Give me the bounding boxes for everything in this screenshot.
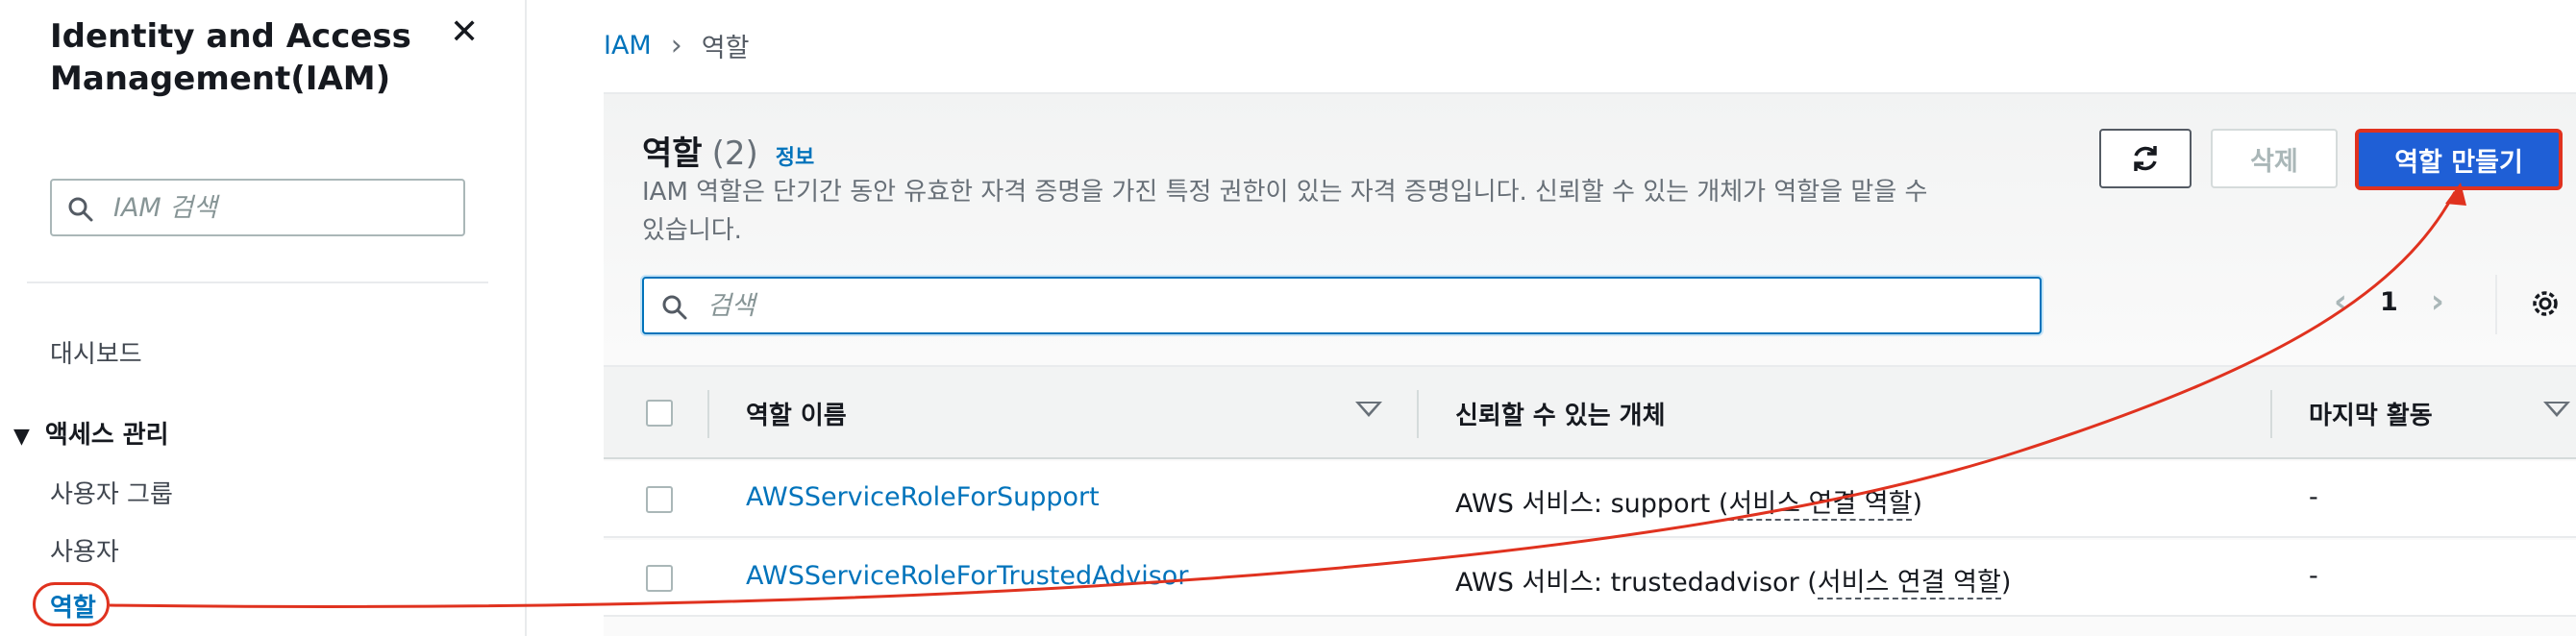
sidebar-title: Identity and Access Management(IAM) xyxy=(50,17,411,98)
column-divider xyxy=(1417,390,1419,438)
last-activity: - xyxy=(2309,482,2318,512)
sidebar: Identity and Access Management(IAM) ✕ 대시… xyxy=(0,0,527,636)
roles-search xyxy=(642,277,2042,334)
service-linked-role-tooltip[interactable]: 서비스 연결 역할 xyxy=(1817,568,2001,599)
refresh-button[interactable] xyxy=(2099,129,2192,188)
sidebar-section-access-management[interactable]: ▼ 액세스 관리 xyxy=(13,415,169,451)
sort-down-icon[interactable] xyxy=(2543,402,2570,417)
roles-search-input[interactable] xyxy=(707,279,2015,332)
role-name-link[interactable]: AWSServiceRoleForSupport xyxy=(746,482,1100,512)
sort-down-icon[interactable] xyxy=(1355,402,1382,417)
table-header: 역할 이름 신뢰할 수 있는 개체 마지막 활동 xyxy=(604,365,2576,459)
refresh-icon xyxy=(2134,146,2157,171)
trusted-entity: AWS 서비스: support (서비스 연결 역할) xyxy=(1455,482,1922,521)
page-description: IAM 역할은 단기간 동안 유효한 자격 증명을 가진 특정 권한이 있는 자… xyxy=(642,178,1928,245)
sidebar-item-dashboard[interactable]: 대시보드 xyxy=(50,334,142,370)
close-icon[interactable]: ✕ xyxy=(450,13,479,52)
page-number[interactable]: 1 xyxy=(2380,287,2398,317)
sidebar-search xyxy=(50,179,465,236)
trusted-entity-prefix: AWS 서비스: trustedadvisor ( xyxy=(1455,568,1818,598)
last-activity: - xyxy=(2309,561,2318,591)
pagination: ‹ 1 › xyxy=(2334,282,2444,321)
chevron-right-icon: › xyxy=(670,29,682,62)
caret-down-icon: ▼ xyxy=(13,425,30,449)
role-count: (2) xyxy=(711,135,758,173)
annotation-circle xyxy=(33,582,110,626)
info-link[interactable]: 정보 xyxy=(776,140,814,171)
sidebar-divider xyxy=(27,281,488,283)
sidebar-item-user-groups[interactable]: 사용자 그룹 xyxy=(50,475,173,510)
trusted-entity-suffix: ) xyxy=(2000,568,2012,598)
breadcrumb-current: 역할 xyxy=(701,34,750,63)
chevron-right-icon[interactable]: › xyxy=(2431,282,2444,321)
search-icon xyxy=(662,295,687,320)
row-checkbox[interactable] xyxy=(646,565,673,592)
chevron-left-icon[interactable]: ‹ xyxy=(2334,282,2347,321)
column-header-trusted-entities[interactable]: 신뢰할 수 있는 개체 xyxy=(1455,396,1666,431)
sidebar-section-label: 액세스 관리 xyxy=(44,421,169,450)
create-role-button[interactable]: 역할 만들기 xyxy=(2355,129,2563,190)
pager-divider xyxy=(2495,275,2497,334)
role-name-link[interactable]: AWSServiceRoleForTrustedAdvisor xyxy=(746,561,1188,591)
table-row: AWSServiceRoleForSupport AWS 서비스: suppor… xyxy=(604,461,2576,538)
service-linked-role-tooltip[interactable]: 서비스 연결 역할 xyxy=(1728,489,1913,521)
table-row: AWSServiceRoleForTrustedAdvisor AWS 서비스:… xyxy=(604,540,2576,617)
trusted-entity: AWS 서비스: trustedadvisor (서비스 연결 역할) xyxy=(1455,561,2011,599)
row-checkbox[interactable] xyxy=(646,486,673,513)
page-title-text: 역할 xyxy=(642,135,703,173)
column-divider xyxy=(2270,390,2272,438)
search-icon xyxy=(68,197,93,222)
trusted-entity-prefix: AWS 서비스: support ( xyxy=(1455,489,1729,519)
select-all-checkbox[interactable] xyxy=(646,400,673,427)
breadcrumb: IAM › 역할 xyxy=(604,27,749,64)
trusted-entity-suffix: ) xyxy=(1912,489,1922,519)
column-header-last-activity[interactable]: 마지막 활동 xyxy=(2309,396,2433,431)
page-title: 역할 (2) 정보 xyxy=(642,127,814,174)
breadcrumb-iam[interactable]: IAM xyxy=(604,31,652,61)
sidebar-search-input[interactable] xyxy=(113,181,450,234)
sidebar-item-users[interactable]: 사용자 xyxy=(50,532,119,568)
roles-container: 역할 (2) 정보 IAM 역할은 단기간 동안 유효한 자격 증명을 가진 특… xyxy=(604,94,2576,636)
settings-gear-icon[interactable] xyxy=(2528,286,2563,325)
delete-button[interactable]: 삭제 xyxy=(2211,129,2338,188)
column-header-role-name[interactable]: 역할 이름 xyxy=(746,396,847,431)
column-divider xyxy=(707,390,709,438)
